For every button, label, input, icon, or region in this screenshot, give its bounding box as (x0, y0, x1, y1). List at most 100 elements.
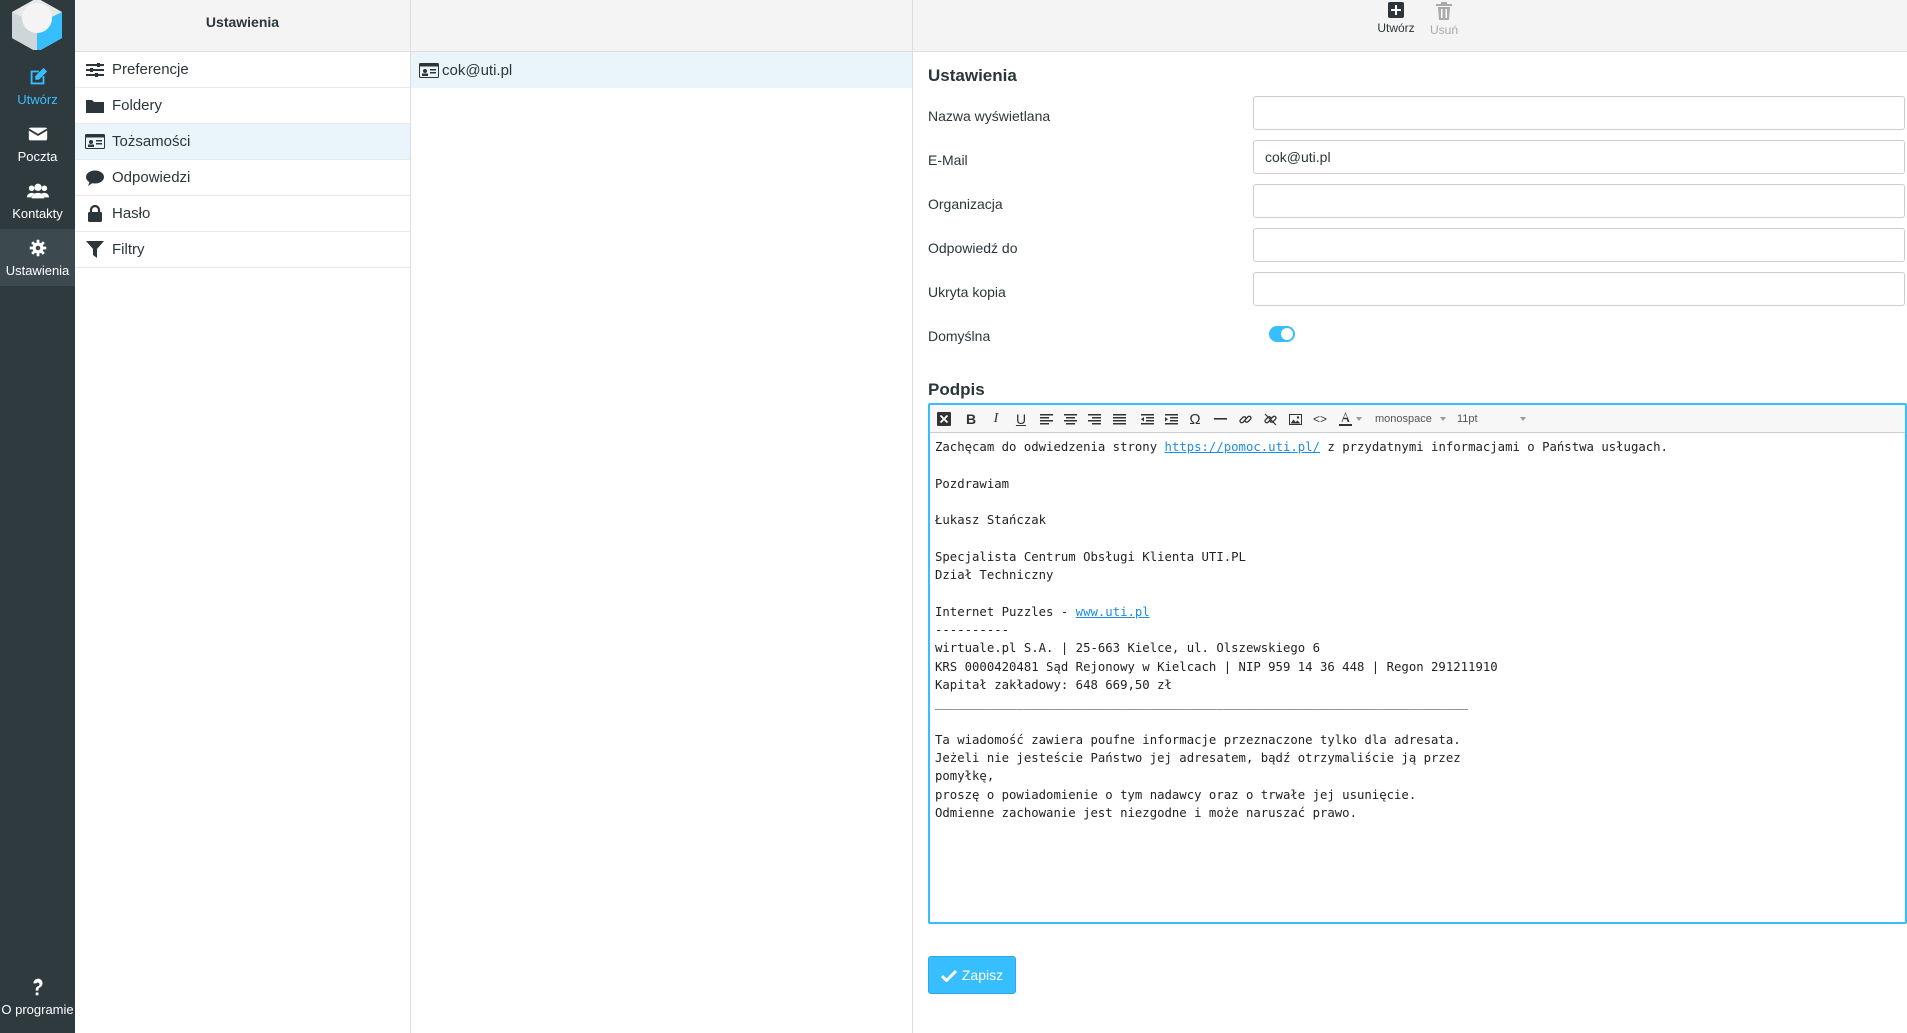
gear-icon (29, 239, 46, 257)
default-row: Domyślna (928, 316, 1896, 360)
nav-settings[interactable]: Ustawienia (0, 229, 75, 286)
envelope-icon (27, 127, 48, 141)
display-name-row: Nazwa wyświetlana (928, 96, 1905, 140)
sig-company: Internet Puzzles - (935, 604, 1076, 619)
text-color-dropdown-icon[interactable] (1354, 409, 1364, 429)
email-row: E-Mail (928, 140, 1905, 184)
clear-format-icon[interactable] (933, 409, 955, 429)
email-label: E-Mail (928, 152, 968, 168)
nav-compose[interactable]: Utwórz (0, 58, 75, 115)
nav-contacts-label: Kontakty (12, 206, 63, 221)
reply-to-row: Odpowiedź do (928, 228, 1905, 272)
nav-contacts[interactable]: Kontakty (0, 172, 75, 229)
nav-mail-label: Poczta (17, 149, 58, 164)
settings-section-title: Ustawienia (928, 66, 1017, 85)
sig-registry: KRS 0000420481 Sąd Rejonowy w Kielcach |… (935, 659, 1498, 674)
display-name-label: Nazwa wyświetlana (928, 108, 1051, 124)
display-name-input[interactable] (1253, 96, 1905, 130)
settings-item-password[interactable]: Hasło (75, 196, 410, 232)
image-icon[interactable] (1284, 409, 1306, 429)
bold-icon[interactable]: B (960, 409, 982, 429)
unlink-icon[interactable] (1259, 409, 1281, 429)
font-family-select[interactable]: monospace (1375, 409, 1446, 429)
settings-item-identities[interactable]: Tożsamości (75, 124, 410, 160)
indent-icon[interactable] (1160, 409, 1182, 429)
font-family-value: monospace (1375, 413, 1432, 425)
text-color-icon[interactable] (1334, 409, 1356, 429)
italic-icon[interactable]: I (985, 409, 1007, 429)
sig-capital: Kapitał zakładowy: 648 669,50 zł (935, 677, 1172, 692)
settings-item-label: Odpowiedzi (112, 169, 191, 186)
sig-separator: ---------- (935, 622, 1010, 637)
identities-panel-header (411, 0, 912, 52)
plus-square-icon (1388, 2, 1404, 18)
sig-name: Łukasz Stańczak (935, 513, 1047, 528)
filter-icon (85, 240, 105, 260)
main-nav: Utwórz Poczta Kontakty Ustawienia O prog… (0, 0, 75, 1033)
reply-to-label: Odpowiedź do (928, 240, 1018, 256)
sig-company-link[interactable]: www.uti.pl (1076, 605, 1150, 619)
users-icon (26, 183, 49, 199)
settings-item-label: Filtry (112, 241, 145, 258)
settings-item-folders[interactable]: Foldery (75, 88, 410, 124)
signature-editor[interactable]: B I U Ω <> monospace 11pt Zachęcam do od… (928, 403, 1907, 924)
sig-text: Zachęcam do odwiedzenia strony (935, 440, 1165, 454)
settings-item-filters[interactable]: Filtry (75, 232, 410, 268)
link-icon[interactable] (1234, 409, 1256, 429)
chevron-down-icon (1519, 417, 1526, 422)
editor-toolbar: B I U Ω <> monospace 11pt (930, 405, 1905, 433)
identity-item[interactable]: cok@uti.pl (411, 52, 912, 88)
signature-content[interactable]: Zachęcam do odwiedzenia strony https://p… (930, 433, 1905, 827)
code-icon[interactable]: <> (1309, 409, 1331, 429)
sliders-icon (85, 60, 105, 80)
sig-disclaimer: Odmienne zachowanie jest niezgodne i moż… (935, 805, 1357, 820)
email-input[interactable] (1253, 140, 1905, 174)
organization-row: Organizacja (928, 184, 1905, 228)
settings-item-preferences[interactable]: Preferencje (75, 52, 410, 88)
settings-item-label: Foldery (112, 97, 163, 114)
chevron-down-icon (1439, 417, 1446, 422)
default-toggle[interactable] (1269, 326, 1295, 342)
toolbar: Utwórz Usuń (913, 0, 1907, 52)
id-card-icon (419, 62, 439, 78)
sig-disclaimer: pomyłkę, (935, 769, 995, 784)
bcc-input[interactable] (1253, 272, 1905, 306)
reply-to-input[interactable] (1253, 228, 1905, 262)
settings-panel-title: Ustawienia (75, 0, 410, 52)
align-justify-icon[interactable] (1108, 409, 1130, 429)
sig-link[interactable]: https://pomoc.uti.pl/ (1165, 440, 1320, 454)
create-button[interactable]: Utwórz (1371, 2, 1421, 35)
trash-icon (1436, 2, 1452, 20)
delete-button[interactable]: Usuń (1419, 2, 1469, 37)
font-size-select[interactable]: 11pt (1457, 409, 1527, 429)
check-icon (940, 969, 957, 982)
delete-button-label: Usuń (1429, 23, 1458, 37)
align-left-icon[interactable] (1035, 409, 1057, 429)
settings-sections-panel: Ustawienia Preferencje Foldery Tożsamośc… (75, 0, 411, 1033)
sig-role: Specjalista Centrum Obsługi Klienta UTI.… (935, 549, 1246, 564)
horizontal-rule-icon[interactable] (1209, 409, 1231, 429)
settings-item-label: Tożsamości (112, 133, 191, 150)
comment-icon (85, 168, 105, 188)
align-center-icon[interactable] (1059, 409, 1081, 429)
sig-disclaimer: Jeżeli nie jesteście Państwo jej adresat… (935, 751, 1461, 766)
nav-about-label: O programie (1, 1002, 74, 1017)
identity-form: Ustawienia Nazwa wyświetlana E-Mail Orga… (928, 66, 1905, 400)
bcc-label: Ukryta kopia (928, 284, 1006, 300)
underline-icon[interactable]: U (1010, 409, 1032, 429)
settings-item-label: Preferencje (112, 61, 189, 78)
save-button[interactable]: Zapisz (928, 956, 1016, 994)
create-button-label: Utwórz (1377, 21, 1415, 35)
settings-item-responses[interactable]: Odpowiedzi (75, 160, 410, 196)
sig-address: wirtuale.pl S.A. | 25-663 Kielce, ul. Ol… (935, 641, 1320, 656)
save-button-label: Zapisz (961, 967, 1004, 983)
nav-mail[interactable]: Poczta (0, 115, 75, 172)
identity-editor: Utwórz Usuń Ustawienia Nazwa wyświetlana… (913, 0, 1907, 1033)
special-char-icon[interactable]: Ω (1184, 409, 1206, 429)
nav-about[interactable]: O programie (0, 968, 75, 1025)
organization-input[interactable] (1253, 184, 1905, 218)
align-right-icon[interactable] (1083, 409, 1105, 429)
signature-section-title: Podpis (928, 380, 985, 399)
outdent-icon[interactable] (1136, 409, 1158, 429)
organization-label: Organizacja (928, 196, 1003, 212)
